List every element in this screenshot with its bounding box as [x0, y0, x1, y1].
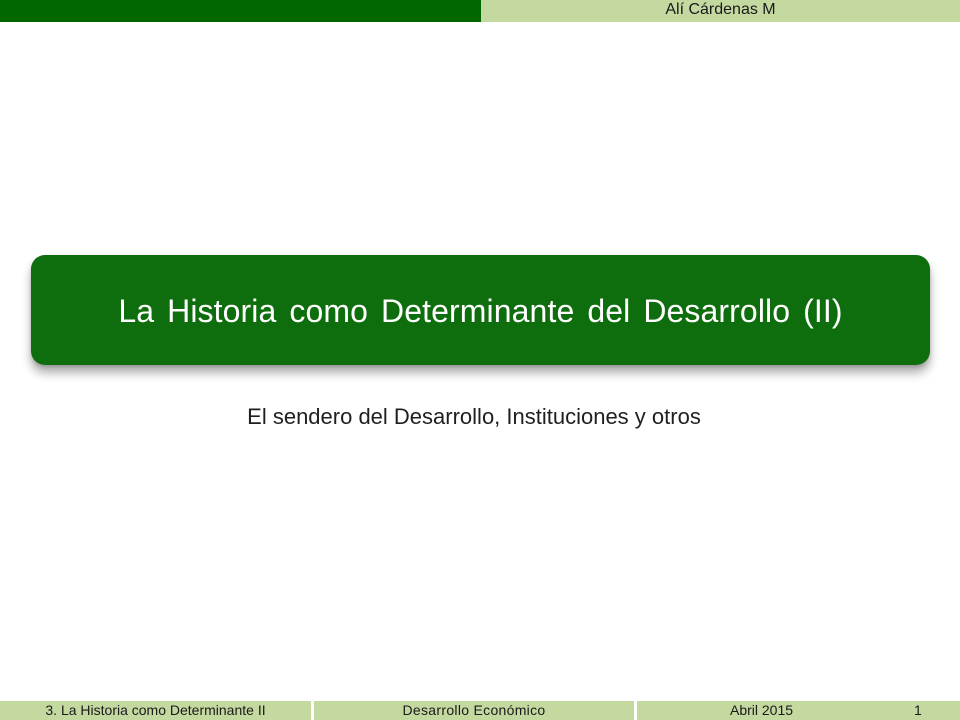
- page-number: 1: [914, 702, 922, 718]
- footer-bar: 3. La Historia como Determinante II Desa…: [0, 701, 960, 720]
- footer-date: Abril 2015: [730, 702, 794, 718]
- author-name: Alí Cárdenas M: [665, 1, 776, 18]
- slide-subtitle: El sendero del Desarrollo, Instituciones…: [247, 404, 701, 429]
- footer-section-title: 3. La Historia como Determinante II: [0, 701, 311, 720]
- slide-title: La Historia como Determinante del Desarr…: [118, 292, 843, 329]
- footer-date-page: Abril 2015 1: [637, 701, 960, 720]
- title-box: La Historia como Determinante del Desarr…: [31, 255, 930, 365]
- header-bar-dark: [0, 0, 481, 22]
- footer-course-name: Desarrollo Económico: [314, 701, 634, 720]
